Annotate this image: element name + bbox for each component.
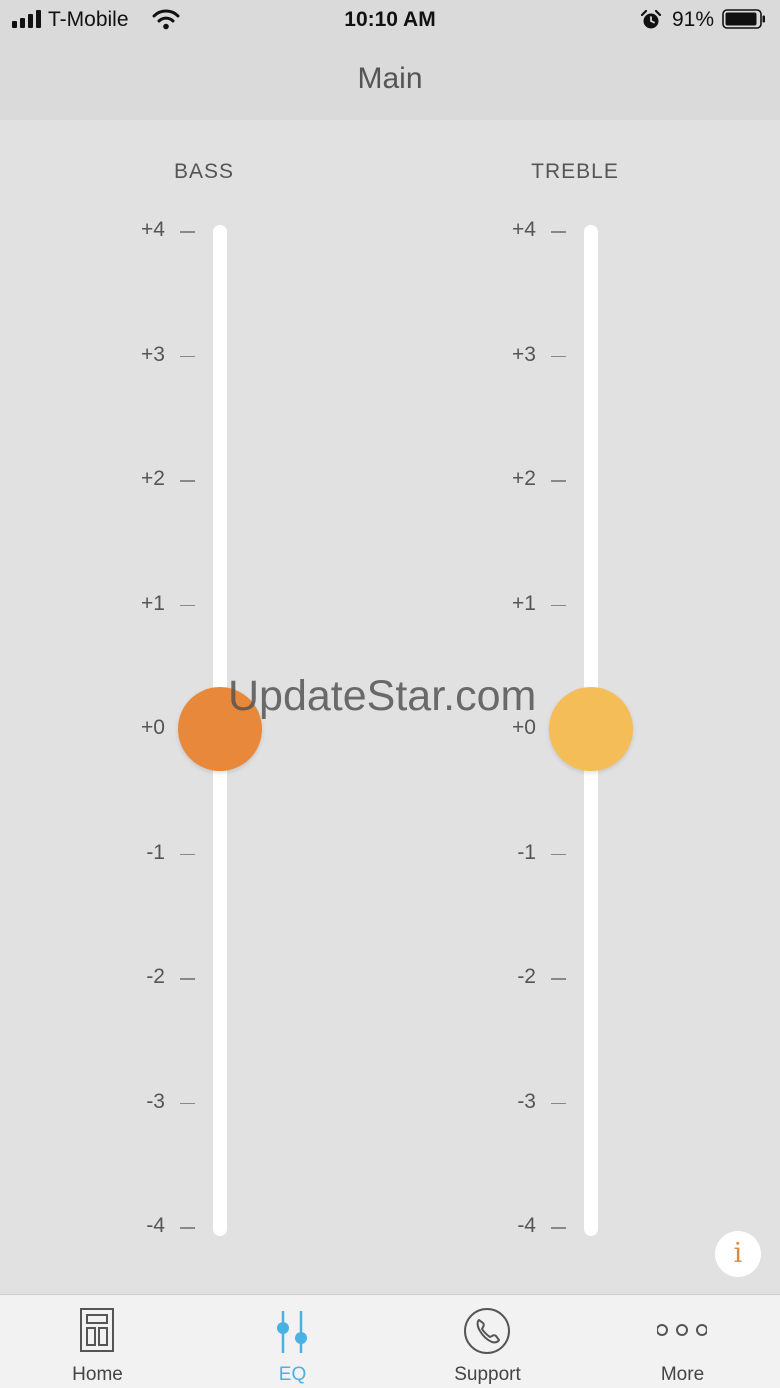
tab-support-label: Support [454, 1364, 521, 1385]
tick-mark [551, 231, 566, 233]
tick-label: +4 [512, 218, 536, 241]
battery-icon [722, 9, 765, 29]
tick-label: -4 [517, 1214, 536, 1237]
tick-mark [551, 978, 566, 980]
tick-label: -1 [146, 840, 165, 864]
tick-label: +3 [141, 342, 165, 366]
tick-mark [551, 1227, 566, 1229]
tick-label: -3 [146, 1089, 165, 1113]
bass-label: BASS [173, 160, 235, 183]
tick-mark [180, 1102, 195, 1104]
tab-more[interactable]: More [585, 1295, 780, 1388]
tab-bar: Home EQ Support More [0, 1294, 780, 1388]
tick-mark [551, 355, 566, 357]
tick-mark [551, 480, 566, 482]
tick-mark [180, 480, 195, 482]
watermark: UpdateStar.com [228, 672, 537, 720]
info-icon: i [733, 1238, 743, 1269]
tab-support[interactable]: Support [390, 1295, 585, 1388]
home-icon [80, 1308, 114, 1352]
tick-mark [180, 978, 195, 980]
page-title: Main [357, 62, 423, 95]
tick-mark [180, 231, 195, 233]
tick-mark [180, 604, 195, 606]
eq-sliders-icon [277, 1311, 307, 1353]
tick-label: +2 [512, 467, 536, 490]
status-time: 10:10 AM [344, 8, 436, 31]
status-bar: T-Mobile 10:10 AM 91% [0, 0, 780, 40]
tick-mark [551, 1102, 566, 1104]
eq-panel: BASS TREBLE +4 +3 +2 +1 +0 -1 -2 -3 -4 +4 +3 +2 +1 +… [0, 120, 780, 1294]
treble-slider-knob[interactable] [549, 687, 633, 771]
tick-label: +1 [512, 591, 536, 615]
tick-label: -1 [517, 840, 536, 864]
tick-label: +3 [512, 342, 536, 366]
phone-icon [464, 1308, 510, 1354]
battery-percentage: 91% [672, 8, 715, 31]
tick-label: -2 [517, 965, 536, 988]
tick-label: -2 [146, 965, 165, 988]
tick-mark [180, 355, 195, 357]
treble-label: TREBLE [531, 160, 619, 183]
tick-mark [551, 604, 566, 606]
tick-label: -4 [146, 1214, 165, 1237]
tick-label: +4 [141, 218, 165, 241]
tab-more-label: More [660, 1364, 705, 1385]
tick-label: -3 [517, 1089, 536, 1113]
info-button[interactable]: i [715, 1231, 761, 1277]
more-dots-icon [657, 1324, 707, 1336]
nav-bar: Main [0, 40, 780, 120]
tab-home[interactable]: Home [0, 1295, 195, 1388]
tick-label: +1 [141, 591, 165, 615]
tab-eq-label: EQ [278, 1364, 307, 1385]
tick-mark [551, 853, 566, 855]
tick-mark [180, 853, 195, 855]
tab-home-label: Home [72, 1364, 123, 1385]
alarm-icon [640, 9, 662, 29]
tab-eq[interactable]: EQ [195, 1295, 390, 1388]
tick-label: +0 [141, 716, 165, 739]
tick-mark [180, 1227, 195, 1229]
tick-label: +2 [141, 467, 165, 490]
